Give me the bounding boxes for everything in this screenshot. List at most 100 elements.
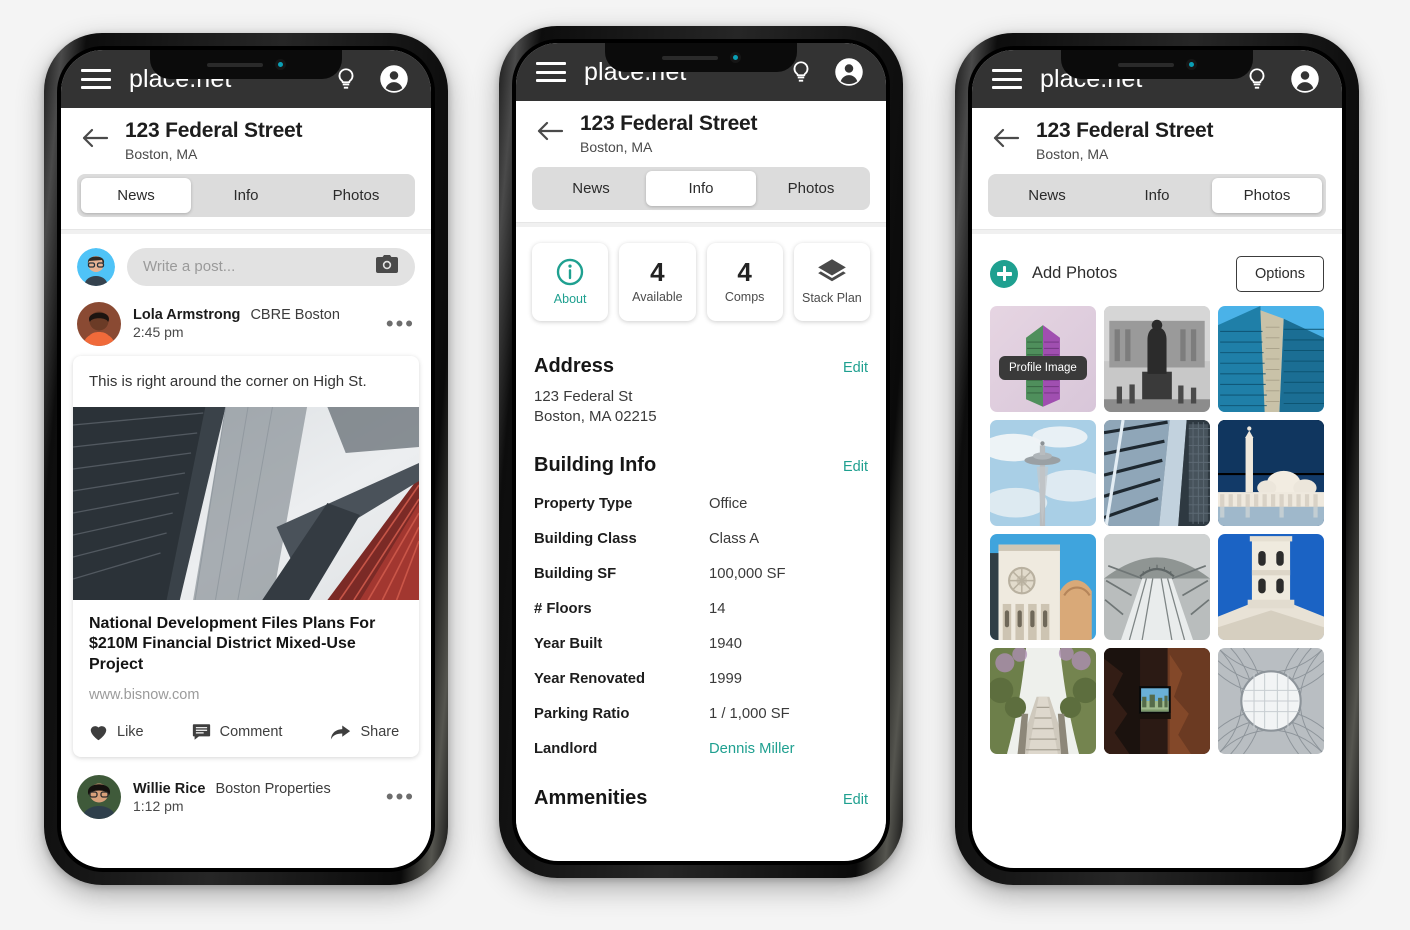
tile-stack-plan-label: Stack Plan [801, 291, 862, 306]
tile-stack-plan[interactable]: Stack Plan [793, 242, 870, 321]
post-header: Lola Armstrong CBRE Boston 2:45 pm ••• [61, 296, 431, 346]
row-key: Year Renovated [534, 671, 646, 688]
back-arrow-icon[interactable] [992, 127, 1022, 154]
hamburger-icon[interactable] [81, 69, 111, 89]
app-bar-actions [333, 64, 409, 94]
earpiece-speaker [1117, 62, 1174, 67]
post-timestamp: 2:45 pm [133, 324, 184, 341]
device-notch [605, 43, 797, 72]
comment-label: Comment [219, 724, 283, 741]
photo-thumbnail[interactable] [990, 533, 1096, 640]
property-subheader: 123 Federal Street Boston, MA News Info … [61, 108, 431, 234]
back-arrow-icon[interactable] [536, 120, 566, 147]
tab-photos[interactable]: Photos [1212, 177, 1322, 213]
row-value: 1999 [709, 671, 742, 688]
profile-image-badge: Profile Image [999, 355, 1087, 380]
tab-photos[interactable]: Photos [301, 178, 411, 213]
tile-about[interactable]: About [532, 242, 609, 321]
tab-info[interactable]: Info [191, 178, 301, 213]
row-key: Landlord [534, 741, 598, 758]
post-header: Willie Rice Boston Properties 1:12 pm ••… [61, 757, 431, 820]
options-button[interactable]: Options [1236, 255, 1324, 292]
tab-photos[interactable]: Photos [756, 171, 866, 206]
link-title: National Development Files Plans For $21… [89, 614, 376, 673]
back-arrow-icon[interactable] [81, 127, 111, 154]
heart-icon [90, 725, 107, 740]
photo-thumbnail[interactable] [1218, 533, 1324, 640]
address-title: Address [534, 354, 615, 377]
comment-button[interactable]: Comment [192, 723, 283, 741]
address-edit-link[interactable]: Edit [843, 360, 868, 376]
tile-available[interactable]: 4 Available [619, 242, 696, 321]
device-notch [1061, 50, 1253, 79]
app-bar-actions [788, 57, 864, 87]
property-subheader: 123 Federal Street Boston, MA News Info … [516, 101, 886, 227]
photo-thumbnail[interactable]: Profile Image [990, 305, 1096, 412]
front-camera-icon [1185, 59, 1197, 70]
share-label: Share [360, 724, 400, 741]
account-avatar-icon[interactable] [834, 57, 864, 87]
row-value: 1940 [709, 636, 742, 653]
post-author: Willie Rice [133, 780, 206, 797]
table-row: Parking Ratio 1 / 1,000 SF [534, 706, 868, 722]
phone-device-1: place.net [44, 33, 448, 885]
landlord-link[interactable]: Dennis Miller [709, 741, 795, 757]
post-image[interactable] [73, 406, 419, 600]
layers-icon [818, 259, 846, 282]
info-circle-icon [556, 259, 584, 286]
amenities-header: Ammenities Edit [534, 787, 868, 810]
page-subtitle: Boston, MA [125, 145, 198, 162]
row-value: 1 / 1,000 SF [709, 706, 790, 723]
screenshot-stage: place.net [0, 0, 1410, 930]
address-section: Address Edit 123 Federal St Boston, MA 0… [516, 355, 886, 810]
photo-thumbnail[interactable] [1104, 419, 1210, 526]
page-title: 123 Federal Street [1036, 119, 1214, 142]
photo-thumbnail[interactable] [1218, 305, 1324, 412]
building-info-edit-link[interactable]: Edit [843, 459, 868, 475]
post-author: Lola Armstrong [133, 307, 241, 324]
tab-news[interactable]: News [81, 177, 191, 213]
hamburger-icon[interactable] [536, 62, 566, 82]
write-post-input[interactable]: Write a post... [127, 247, 415, 286]
photo-thumbnail[interactable] [1104, 647, 1210, 754]
link-url: www.bisnow.com [89, 687, 200, 704]
table-row: Building SF 100,000 SF [534, 566, 868, 582]
row-key: Property Type [534, 496, 633, 513]
photo-thumbnail[interactable] [990, 419, 1096, 526]
photo-thumbnail[interactable] [1104, 305, 1210, 412]
row-value: 100,000 SF [709, 566, 786, 583]
plus-circle-icon[interactable] [990, 259, 1018, 288]
share-button[interactable]: Share [330, 723, 399, 741]
tab-bar: News Info Photos [77, 173, 415, 217]
tab-info[interactable]: Info [1102, 178, 1212, 213]
post-text: This is right around the corner on High … [89, 372, 367, 390]
app-bar-actions [1244, 64, 1320, 94]
tab-news[interactable]: News [536, 171, 646, 206]
row-value: Class A [709, 531, 760, 548]
tile-comps[interactable]: 4 Comps [706, 242, 783, 321]
camera-icon[interactable] [375, 254, 399, 279]
share-arrow-icon [331, 725, 351, 740]
tile-comps-value: 4 [737, 257, 752, 288]
photo-thumbnail[interactable] [1104, 533, 1210, 640]
tile-about-label: About [553, 292, 587, 307]
avatar [77, 301, 121, 346]
like-button[interactable]: Like [89, 723, 144, 741]
account-avatar-icon[interactable] [1290, 64, 1320, 94]
hamburger-icon[interactable] [992, 69, 1022, 89]
photo-thumbnail[interactable] [990, 647, 1096, 754]
phone-screen-photos: place.net [972, 50, 1342, 868]
add-photos-label[interactable]: Add Photos [1032, 264, 1117, 283]
tab-news[interactable]: News [992, 178, 1102, 213]
phone-screen-news: place.net [61, 50, 431, 868]
amenities-title: Ammenities [534, 787, 648, 810]
link-preview[interactable]: National Development Files Plans For $21… [73, 600, 419, 709]
comment-icon [192, 724, 210, 740]
amenities-edit-link[interactable]: Edit [843, 792, 868, 808]
phone-device-3: place.net [955, 33, 1359, 885]
tab-info[interactable]: Info [646, 170, 756, 206]
page-subtitle: Boston, MA [580, 138, 653, 155]
account-avatar-icon[interactable] [379, 64, 409, 94]
photo-thumbnail[interactable] [1218, 647, 1324, 754]
photo-thumbnail[interactable] [1218, 419, 1324, 526]
